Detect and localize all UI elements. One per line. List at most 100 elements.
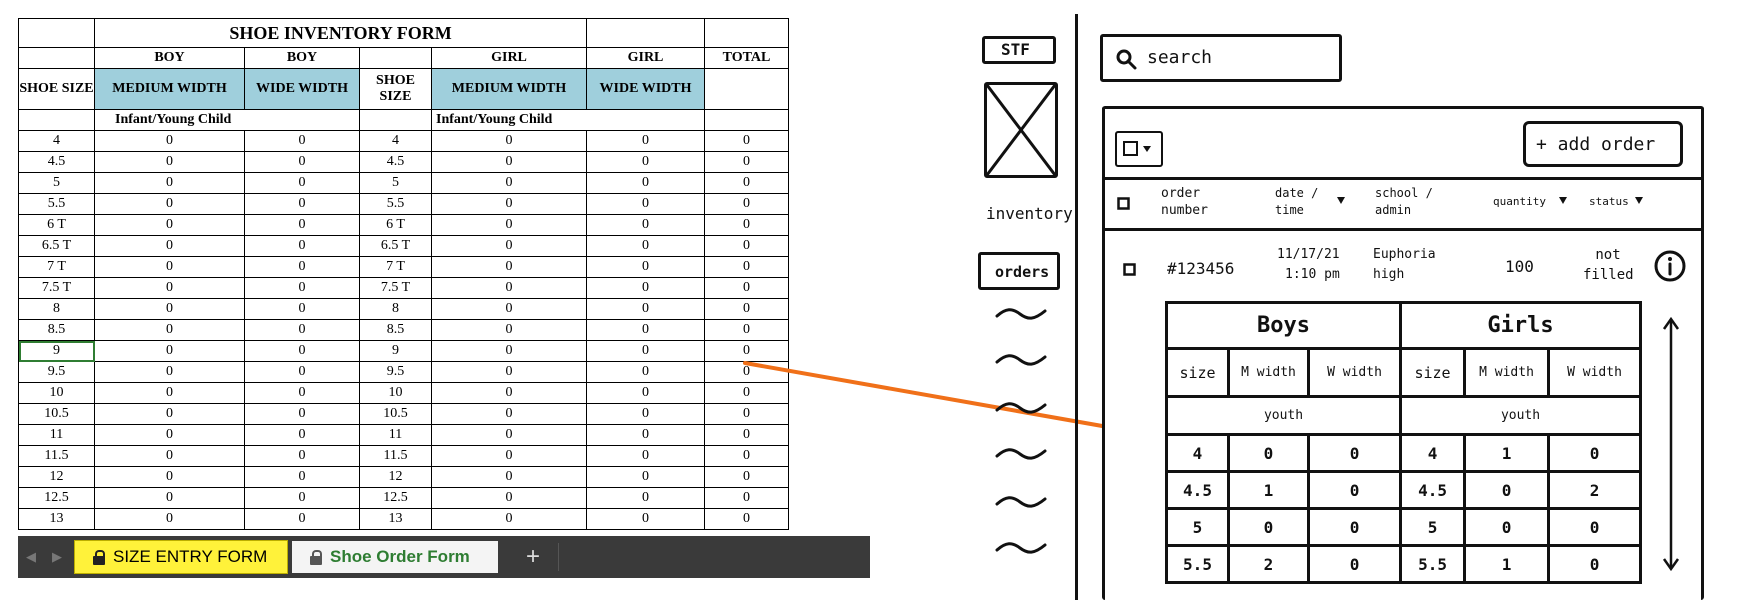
qty-cell[interactable]: 0 — [586, 214, 706, 236]
size-cell[interactable]: 12 — [359, 466, 432, 488]
info-icon[interactable] — [1653, 249, 1689, 285]
qty-cell[interactable]: 0 — [586, 235, 706, 257]
logo-box[interactable]: STF — [982, 36, 1056, 64]
scroll-arrow-icon[interactable] — [1659, 315, 1683, 575]
qty-cell[interactable]: 0 — [244, 277, 360, 299]
qty-cell[interactable]: 0 — [586, 130, 706, 152]
nav-orders[interactable]: orders — [978, 252, 1060, 290]
qty-cell[interactable]: 0 — [586, 361, 706, 383]
size-cell[interactable]: 9 — [18, 340, 95, 362]
qty-cell[interactable]: 0 — [244, 214, 360, 236]
qty-cell[interactable]: 0 — [586, 445, 706, 467]
nav-placeholder-5[interactable] — [994, 494, 1048, 510]
qty-cell[interactable]: 0 — [430, 172, 588, 194]
sort-caret-icon[interactable] — [1635, 197, 1643, 205]
qty-cell[interactable]: 0 — [94, 508, 245, 530]
qty-cell[interactable]: 0 — [586, 193, 706, 215]
qty-cell[interactable]: 0 — [586, 298, 706, 320]
qty-cell[interactable]: 0 — [704, 298, 790, 320]
qty-cell[interactable]: 0 — [704, 445, 790, 467]
qty-cell[interactable]: 0 — [586, 256, 706, 278]
qty-cell[interactable]: 0 — [704, 382, 790, 404]
qty-cell[interactable]: 0 — [94, 235, 245, 257]
cell[interactable] — [359, 47, 432, 69]
size-cell[interactable]: 7.5 T — [359, 277, 432, 299]
qty-cell[interactable]: 0 — [704, 256, 790, 278]
cell[interactable] — [18, 47, 95, 69]
cell[interactable] — [704, 109, 790, 131]
sort-caret-icon[interactable] — [1559, 197, 1567, 205]
size-cell[interactable]: 6.5 T — [359, 235, 432, 257]
size-cell[interactable]: 11.5 — [359, 445, 432, 467]
size-cell[interactable]: 12.5 — [18, 487, 95, 509]
qty-cell[interactable]: 0 — [430, 193, 588, 215]
qty-cell[interactable]: 0 — [94, 298, 245, 320]
add-order-button[interactable]: + add order — [1523, 121, 1683, 167]
size-cell[interactable]: 8.5 — [18, 319, 95, 341]
nav-inventory[interactable]: inventory — [986, 204, 1073, 223]
qty-cell[interactable]: 0 — [430, 277, 588, 299]
qty-cell[interactable]: 0 — [704, 214, 790, 236]
row-checkbox-icon[interactable] — [1123, 263, 1137, 277]
qty-cell[interactable]: 0 — [244, 151, 360, 173]
qty-cell[interactable]: 0 — [430, 382, 588, 404]
qty-cell[interactable]: 0 — [586, 508, 706, 530]
size-cell[interactable]: 8 — [18, 298, 95, 320]
size-cell[interactable]: 5 — [359, 172, 432, 194]
size-cell[interactable]: 7.5 T — [18, 277, 95, 299]
qty-cell[interactable]: 0 — [704, 466, 790, 488]
qty-cell[interactable]: 0 — [94, 466, 245, 488]
qty-cell[interactable]: 0 — [94, 193, 245, 215]
qty-cell[interactable]: 0 — [430, 340, 588, 362]
size-cell[interactable]: 6.5 T — [18, 235, 95, 257]
size-cell[interactable]: 7 T — [359, 256, 432, 278]
size-cell[interactable]: 4.5 — [359, 151, 432, 173]
qty-cell[interactable]: 0 — [586, 151, 706, 173]
cell[interactable] — [586, 18, 706, 48]
qty-cell[interactable]: 0 — [94, 382, 245, 404]
cell[interactable] — [18, 109, 95, 131]
size-cell[interactable]: 10 — [18, 382, 95, 404]
qty-cell[interactable]: 0 — [244, 508, 360, 530]
qty-cell[interactable]: 0 — [244, 445, 360, 467]
qty-cell[interactable]: 0 — [244, 298, 360, 320]
cell[interactable] — [359, 109, 432, 131]
size-cell[interactable]: 10.5 — [18, 403, 95, 425]
column-date-time[interactable]: date / time — [1275, 185, 1335, 219]
qty-cell[interactable]: 0 — [586, 172, 706, 194]
size-cell[interactable]: 5.5 — [359, 193, 432, 215]
qty-cell[interactable]: 0 — [704, 277, 790, 299]
qty-cell[interactable]: 0 — [704, 424, 790, 446]
qty-cell[interactable]: 0 — [244, 424, 360, 446]
qty-cell[interactable]: 0 — [430, 424, 588, 446]
qty-cell[interactable]: 0 — [430, 235, 588, 257]
qty-cell[interactable]: 0 — [94, 445, 245, 467]
qty-cell[interactable]: 0 — [430, 445, 588, 467]
nav-placeholder-4[interactable] — [994, 446, 1048, 462]
qty-cell[interactable]: 0 — [704, 172, 790, 194]
qty-cell[interactable]: 0 — [244, 235, 360, 257]
qty-cell[interactable]: 0 — [430, 508, 588, 530]
qty-cell[interactable]: 0 — [430, 256, 588, 278]
search-bar[interactable]: search — [1100, 34, 1342, 82]
column-status[interactable]: status — [1589, 195, 1629, 208]
qty-cell[interactable]: 0 — [244, 193, 360, 215]
qty-cell[interactable]: 0 — [244, 340, 360, 362]
qty-cell[interactable]: 0 — [244, 319, 360, 341]
qty-cell[interactable]: 0 — [244, 361, 360, 383]
nav-placeholder-1[interactable] — [994, 306, 1048, 322]
nav-placeholder-2[interactable] — [994, 352, 1048, 368]
qty-cell[interactable]: 0 — [94, 277, 245, 299]
nav-placeholder-6[interactable] — [994, 540, 1048, 556]
qty-cell[interactable]: 0 — [430, 361, 588, 383]
qty-cell[interactable]: 0 — [586, 424, 706, 446]
tab-size-entry-form[interactable]: SIZE ENTRY FORM — [74, 540, 288, 574]
size-cell[interactable]: 10.5 — [359, 403, 432, 425]
size-cell[interactable]: 11 — [18, 424, 95, 446]
size-cell[interactable]: 8.5 — [359, 319, 432, 341]
qty-cell[interactable]: 0 — [94, 361, 245, 383]
qty-cell[interactable]: 0 — [94, 214, 245, 236]
size-cell[interactable]: 7 T — [18, 256, 95, 278]
qty-cell[interactable]: 0 — [586, 466, 706, 488]
qty-cell[interactable]: 0 — [704, 340, 790, 362]
